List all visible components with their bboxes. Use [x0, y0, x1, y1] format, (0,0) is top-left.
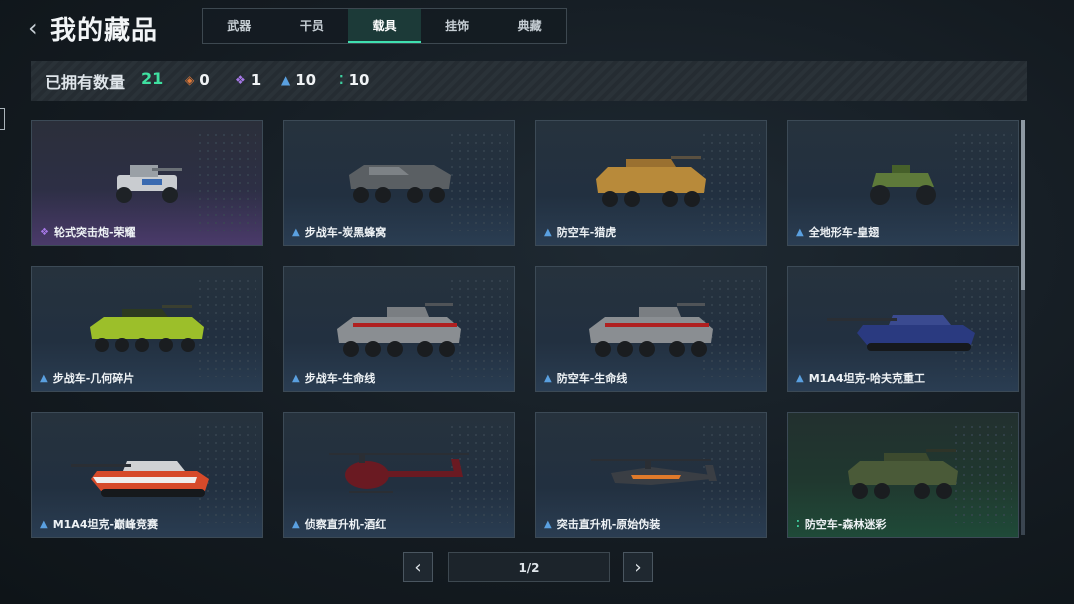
- blue-triangles-icon: ▲: [40, 518, 48, 530]
- blue-triangles-icon: ▲: [544, 226, 552, 238]
- purple-diamond-icon: ❖: [40, 226, 49, 238]
- blue-triangles-icon: ▲: [292, 372, 300, 384]
- rarity-count-orange: ◈ 0: [185, 71, 210, 89]
- tab-operators[interactable]: 干员: [276, 9, 349, 43]
- chevron-left-icon: ‹: [28, 14, 38, 42]
- vehicle-apc-image: [337, 303, 461, 357]
- card-name: ❖ 轮式突击炮-荣耀: [40, 226, 136, 239]
- collection-card[interactable]: ❖ 轮式突击炮-荣耀: [31, 120, 263, 246]
- collection-card[interactable]: ▲ 全地形车-皇翅: [787, 120, 1019, 246]
- vehicle-tank-image: [71, 461, 209, 497]
- vehicle-apc-image: [596, 156, 706, 207]
- blue-triangles-icon: ▲: [292, 226, 300, 238]
- collection-card[interactable]: ▲ 突击直升机-原始伪装: [535, 412, 767, 538]
- blue-triangles-icon: ▲: [281, 73, 291, 87]
- card-name: ▲ M1A4坦克-哈夫克重工: [796, 372, 926, 385]
- back-button[interactable]: ‹: [28, 14, 48, 42]
- owned-count-value: 21: [141, 69, 164, 88]
- blue-triangles-icon: ▲: [796, 226, 804, 238]
- vehicle-buggy-image: [116, 165, 182, 203]
- vehicle-attack-helicopter-image: [591, 459, 717, 485]
- tab-collection[interactable]: 典藏: [493, 9, 566, 43]
- collection-card[interactable]: ▲ 防空车-生命线: [535, 266, 767, 392]
- card-name: ⁚ 防空车-森林迷彩: [796, 518, 887, 531]
- collection-card[interactable]: ▲ 防空车-猎虎: [535, 120, 767, 246]
- tab-charms[interactable]: 挂饰: [421, 9, 494, 43]
- owned-count-label: 已拥有数量: [45, 73, 126, 92]
- blue-triangles-icon: ▲: [40, 372, 48, 384]
- chevron-right-icon: ›: [634, 557, 642, 578]
- page-indicator: 1/2: [448, 552, 610, 582]
- card-name: ▲ 步战车-几何碎片: [40, 372, 135, 385]
- scrollbar-thumb[interactable]: [1021, 120, 1025, 290]
- collection-card[interactable]: ▲ M1A4坦克-哈夫克重工: [787, 266, 1019, 392]
- collection-card[interactable]: ▲ 步战车-生命线: [283, 266, 515, 392]
- card-pattern: [196, 131, 256, 231]
- card-name: ▲ 步战车-生命线: [292, 372, 376, 385]
- scrollbar[interactable]: [1021, 120, 1025, 535]
- blue-triangles-icon: ▲: [544, 518, 552, 530]
- collection-card[interactable]: ▲ M1A4坦克-巅峰竞赛: [31, 412, 263, 538]
- vehicle-apc-image: [349, 165, 451, 203]
- tab-vehicles[interactable]: 载具: [348, 9, 421, 43]
- green-dots-icon: ⁚: [339, 73, 344, 87]
- vehicle-apc-image: [90, 305, 204, 352]
- blue-triangles-icon: ▲: [796, 372, 804, 384]
- rarity-count-green: ⁚ 10: [339, 71, 370, 89]
- vehicle-apc-image: [589, 303, 713, 357]
- card-name: ▲ 侦察直升机-酒红: [292, 518, 387, 531]
- card-name: ▲ M1A4坦克-巅峰竞赛: [40, 518, 159, 531]
- card-name: ▲ 防空车-猎虎: [544, 226, 617, 239]
- vehicle-apc-image: [848, 449, 958, 499]
- card-pattern: [952, 131, 1012, 231]
- owned-count-bar: 已拥有数量 21 ◈ 0 ❖ 1 ▲ 10 ⁚ 10: [31, 61, 1027, 101]
- vehicle-atv-image: [870, 165, 936, 205]
- orange-diamond-icon: ◈: [185, 73, 195, 87]
- page-title: 我的藏品: [50, 16, 159, 46]
- collection-card[interactable]: ▲ 步战车-炭黑蜂窝: [283, 120, 515, 246]
- rarity-count-blue: ▲ 10: [281, 71, 317, 89]
- side-edge-marker: [0, 108, 5, 130]
- collection-card[interactable]: ▲ 步战车-几何碎片: [31, 266, 263, 392]
- collection-card[interactable]: ⁚ 防空车-森林迷彩: [787, 412, 1019, 538]
- chevron-left-icon: ‹: [414, 557, 422, 578]
- card-name: ▲ 全地形车-皇翅: [796, 226, 880, 239]
- tab-weapons[interactable]: 武器: [203, 9, 276, 43]
- rarity-count-purple: ❖ 1: [235, 71, 262, 89]
- next-page-button[interactable]: ›: [623, 552, 653, 582]
- card-name: ▲ 突击直升机-原始伪装: [544, 518, 661, 531]
- green-dots-icon: ⁚: [796, 518, 800, 530]
- vehicle-tank-image: [827, 315, 975, 351]
- purple-diamond-icon: ❖: [235, 73, 246, 87]
- blue-triangles-icon: ▲: [544, 372, 552, 384]
- card-name: ▲ 步战车-炭黑蜂窝: [292, 226, 387, 239]
- card-name: ▲ 防空车-生命线: [544, 372, 628, 385]
- collection-card[interactable]: ▲ 侦察直升机-酒红: [283, 412, 515, 538]
- blue-triangles-icon: ▲: [292, 518, 300, 530]
- vehicle-helicopter-image: [329, 453, 469, 493]
- prev-page-button[interactable]: ‹: [403, 552, 433, 582]
- category-tabs: 武器 干员 载具 挂饰 典藏: [202, 8, 567, 44]
